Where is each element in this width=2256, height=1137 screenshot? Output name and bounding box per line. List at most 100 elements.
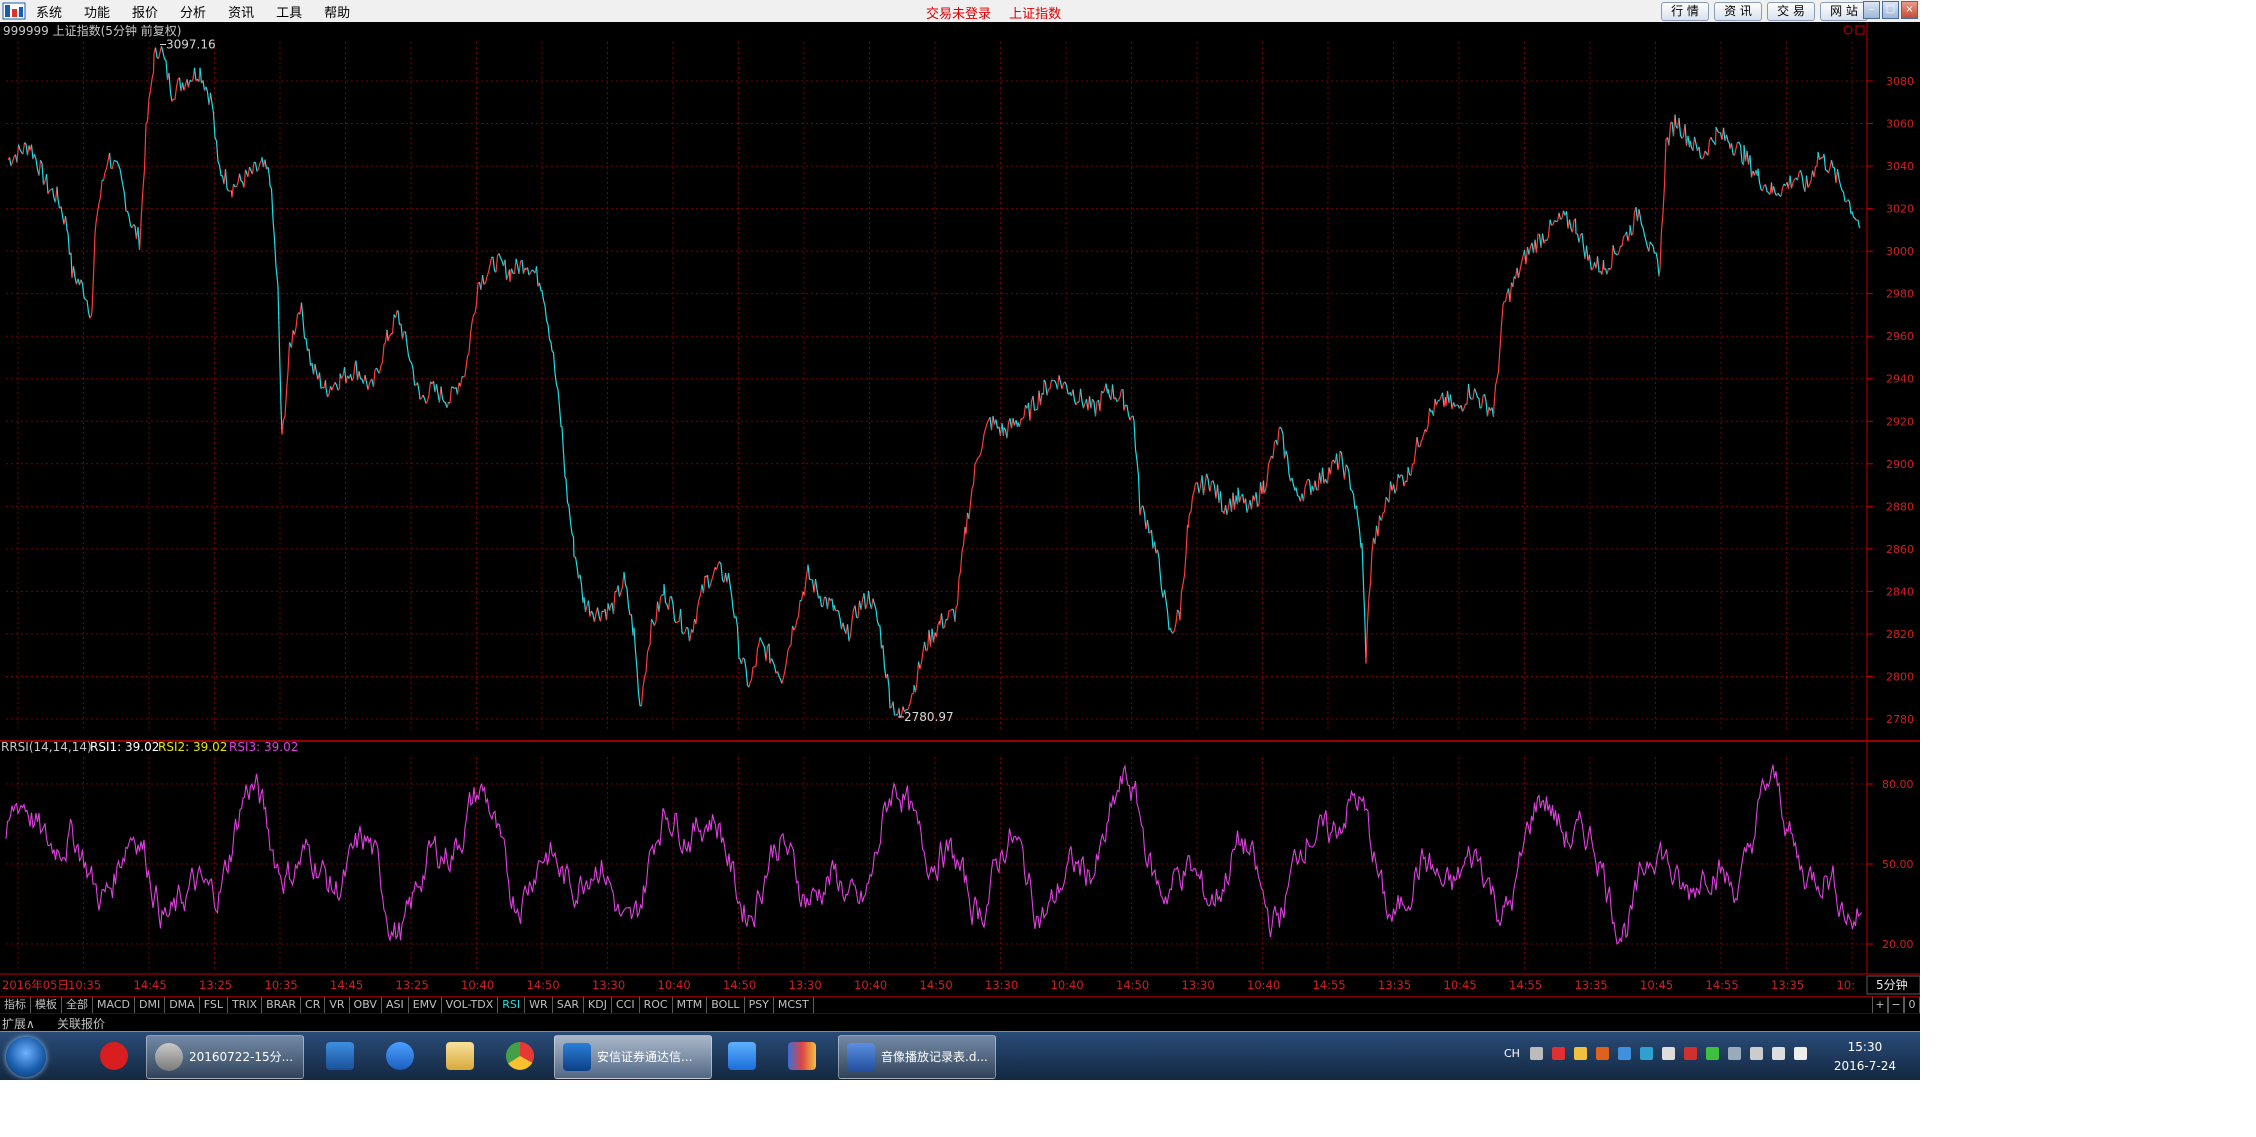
indicator-tab-asi[interactable]: ASI (382, 997, 409, 1013)
indicator-tab-dmi[interactable]: DMI (135, 997, 166, 1013)
indicator-tab-roc[interactable]: ROC (640, 997, 673, 1013)
indicator-tab-vol-tdx[interactable]: VOL-TDX (442, 997, 499, 1013)
time-axis-label: 13:30 (592, 978, 625, 992)
app-pin-6[interactable] (720, 1035, 764, 1077)
indicator-tab-rsi[interactable]: RSI (498, 997, 526, 1013)
taskbar-window-3[interactable]: 音像播放记录表.d... (838, 1035, 996, 1079)
window-controls: – □ × (1861, 1, 1918, 19)
y-tick-label: 2900 (1886, 458, 1914, 471)
indicator-tab-cci[interactable]: CCI (612, 997, 640, 1013)
indicator-tab-全部[interactable]: 全部 (62, 997, 93, 1013)
indicator-tab-dma[interactable]: DMA (165, 997, 200, 1013)
app-pin-1[interactable] (92, 1035, 136, 1077)
time-axis-label: 14:45 (330, 978, 363, 992)
indicator-tab-模板[interactable]: 模板 (31, 997, 62, 1013)
cloud-icon[interactable] (1639, 1047, 1653, 1060)
rsi-y-tick-label: 20.00 (1882, 938, 1914, 951)
indicator-tab-macd[interactable]: MACD (93, 997, 135, 1013)
y-tick-label: 2960 (1886, 330, 1914, 343)
red-app-icon (100, 1042, 128, 1070)
app-pin-7[interactable] (780, 1035, 824, 1077)
indicator-tab-boll[interactable]: BOLL (707, 997, 745, 1013)
minimize-icon[interactable]: – (1863, 1, 1880, 19)
indicator-tab-bar: 指标 模板 全部 MACD DMI DMA FSL TRIX BRAR CR VR OBV ASI EMV… (0, 996, 1920, 1013)
app-pin-4[interactable] (438, 1035, 482, 1077)
network-app-icon (386, 1042, 414, 1070)
menu-tools[interactable]: 工具 (276, 2, 302, 21)
pdf-icon[interactable] (1683, 1047, 1697, 1060)
time-axis: 2016年05日 10:35 14:45 13:25 10:35 14:45 13:25 10… (2, 978, 1855, 992)
chart-area[interactable]: 3080 3060 3040 3020 3000 2980 2960 2940 2920 2900… (0, 22, 1920, 996)
update-icon[interactable] (1573, 1047, 1587, 1060)
trade-button[interactable]: 交 易 (1767, 2, 1815, 21)
indicator-tab-emv[interactable]: EMV (409, 997, 442, 1013)
main-menu: 系统 功能 报价 分析 资讯 工具 帮助 (36, 0, 372, 22)
app-pin-2[interactable] (318, 1035, 362, 1077)
tray-icons: CH (1490, 1047, 1816, 1060)
remove-indicator-button[interactable]: − (1888, 997, 1904, 1013)
y-tick-label: 2940 (1886, 373, 1914, 386)
time-axis-label: 14:50 (1116, 978, 1149, 992)
security-icon[interactable] (1595, 1047, 1609, 1060)
indicator-tab-mtm[interactable]: MTM (673, 997, 708, 1013)
reset-button[interactable]: 0 (1904, 997, 1920, 1013)
menu-help[interactable]: 帮助 (324, 2, 350, 21)
related-quotes-tab[interactable]: 关联报价 (57, 1015, 105, 1032)
language-indicator[interactable]: CH (1504, 1047, 1520, 1060)
taskbar-window-1[interactable]: 20160722-15分... (146, 1035, 304, 1079)
add-indicator-button[interactable]: + (1872, 997, 1888, 1013)
expand-toggle[interactable]: 扩展∧ (2, 1015, 35, 1032)
windows-taskbar: 20160722-15分... 安信证券通达信... 音像播放记录表.d... (0, 1031, 1920, 1080)
period-label[interactable]: 5分钟 (1876, 977, 1908, 992)
start-button[interactable] (6, 1037, 46, 1077)
trade-login-status[interactable]: 交易未登录 (926, 7, 991, 22)
indicator-tab-指标[interactable]: 指标 (0, 997, 31, 1013)
media-player-icon (155, 1043, 183, 1071)
app-pin-3[interactable] (378, 1035, 422, 1077)
indicator-tab-kdj[interactable]: KDJ (584, 997, 612, 1013)
system-clock[interactable]: 15:30 2016-7-24 (1834, 1038, 1896, 1076)
qq-icon[interactable] (1661, 1047, 1675, 1060)
v-app-icon (728, 1042, 756, 1070)
time-axis-label: 13:25 (396, 978, 429, 992)
y-tick-label: 2840 (1886, 585, 1914, 598)
time-axis-label: 10:45 (1444, 978, 1477, 992)
indicator-tab-obv[interactable]: OBV (350, 997, 382, 1013)
menu-system[interactable]: 系统 (36, 2, 62, 21)
indicator-tab-trix[interactable]: TRIX (228, 997, 263, 1013)
usb-icon[interactable] (1727, 1047, 1741, 1060)
menu-news[interactable]: 资讯 (228, 2, 254, 21)
time-axis-label: 10:40 (1051, 978, 1084, 992)
indicator-tab-vr[interactable]: VR (325, 997, 350, 1013)
menu-function[interactable]: 功能 (84, 2, 110, 21)
signal-icon[interactable] (1749, 1047, 1763, 1060)
clock-time: 15:30 (1847, 1040, 1883, 1054)
news-button[interactable]: 资 讯 (1714, 2, 1762, 21)
wechat-icon[interactable] (1705, 1047, 1719, 1060)
menu-analysis[interactable]: 分析 (180, 2, 206, 21)
indicator-tab-fsl[interactable]: FSL (200, 997, 228, 1013)
antivirus-icon[interactable] (1551, 1047, 1565, 1060)
indicator-tab-psy[interactable]: PSY (745, 997, 774, 1013)
bottom-strip: 扩展∧ 关联报价 (0, 1013, 1920, 1031)
indicator-tab-wr[interactable]: WR (525, 997, 553, 1013)
indicator-tab-mcst[interactable]: MCST (774, 997, 814, 1013)
maximize-icon[interactable]: □ (1882, 1, 1899, 19)
keyboard-icon[interactable] (1529, 1047, 1543, 1060)
indicator-tab-sar[interactable]: SAR (553, 997, 585, 1013)
volume-icon[interactable] (1771, 1047, 1785, 1060)
menu-quote[interactable]: 报价 (132, 2, 158, 21)
main-chart-header: 999999 上证指数(5分钟 前复权) (3, 23, 181, 38)
indicator-tab-cr[interactable]: CR (301, 997, 326, 1013)
indicator-tab-brar[interactable]: BRAR (262, 997, 302, 1013)
quote-button[interactable]: 行 情 (1661, 2, 1709, 21)
close-icon[interactable]: × (1901, 1, 1918, 19)
time-axis-label: 14:50 (920, 978, 953, 992)
time-axis-label: 14:55 (1509, 978, 1542, 992)
network-icon[interactable] (1617, 1047, 1631, 1060)
taskbar-window-2[interactable]: 安信证券通达信... (554, 1035, 712, 1079)
time-axis-label: 10:40 (658, 978, 691, 992)
app-logo-icon (2, 2, 26, 20)
app-pin-5[interactable] (498, 1035, 542, 1077)
flag-icon[interactable] (1793, 1047, 1807, 1060)
